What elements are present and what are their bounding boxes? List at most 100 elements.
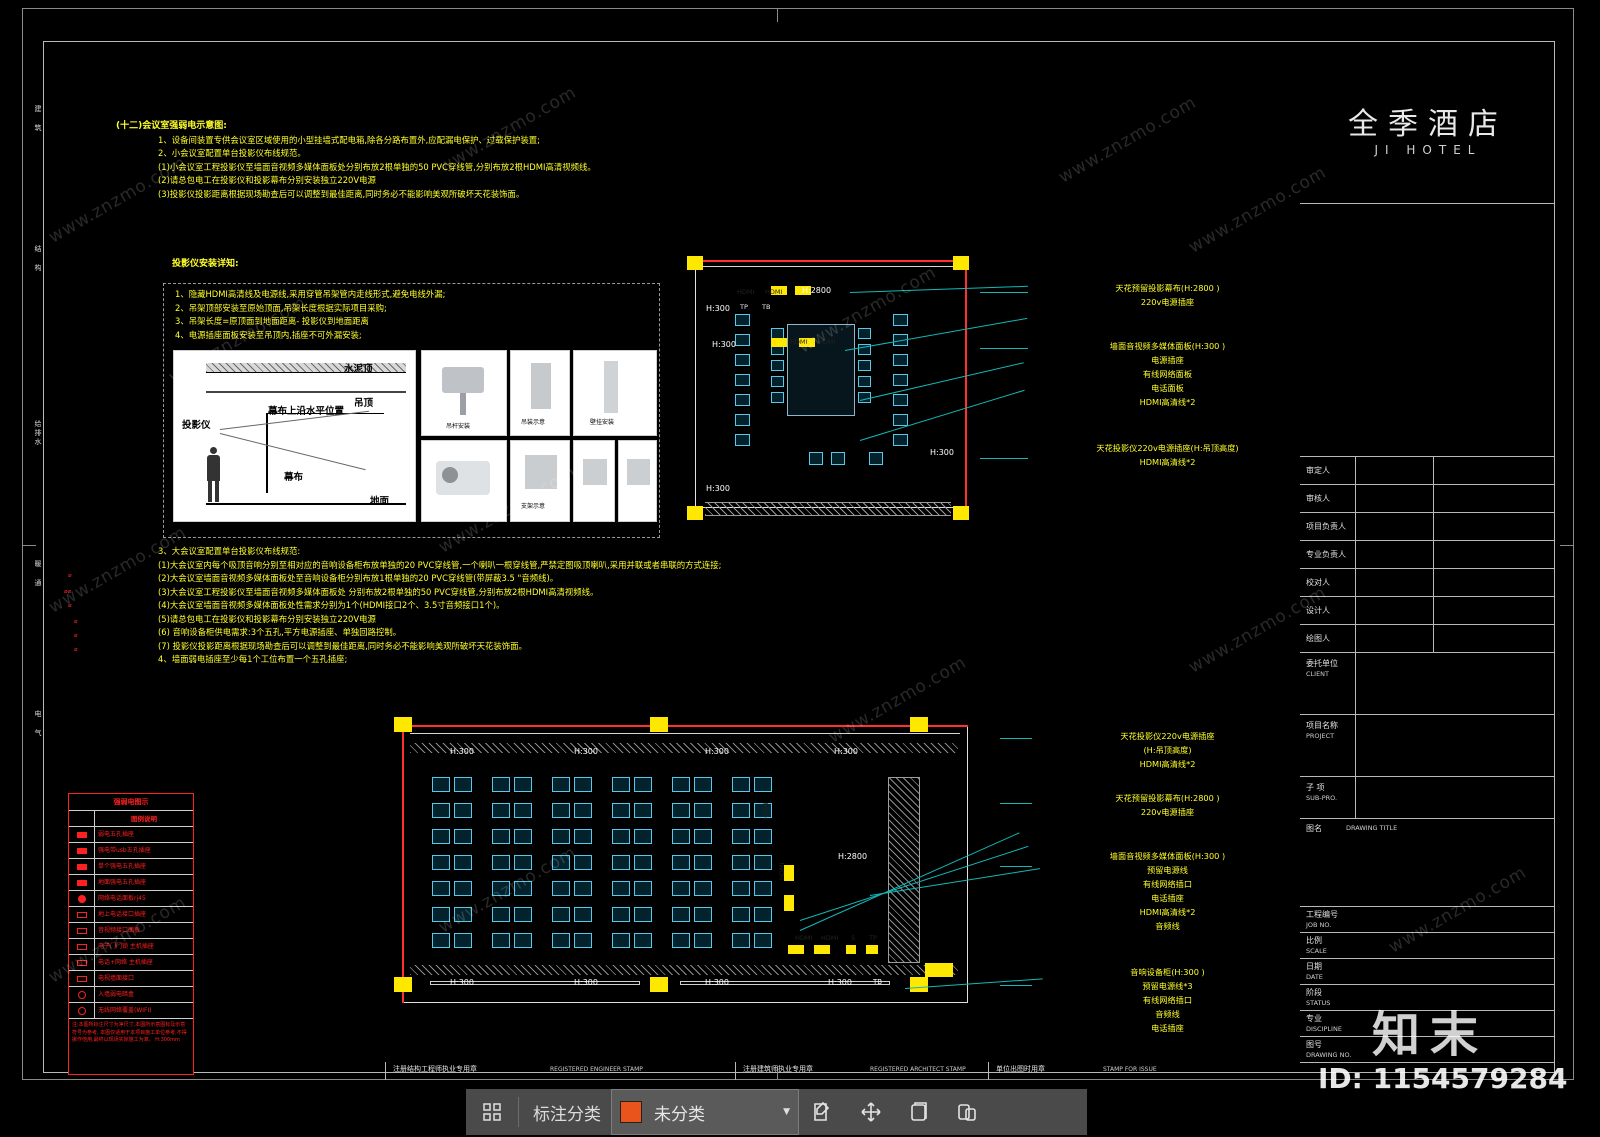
signature-row[interactable]: 专业负责人 [1300, 541, 1555, 569]
signature-date[interactable] [1434, 513, 1555, 540]
legend-symbol-box-open-icon [69, 923, 95, 938]
ground-line [206, 503, 406, 505]
title-block-field-client[interactable]: 委托单位 CLIENT [1300, 653, 1555, 715]
field-value[interactable] [1356, 715, 1555, 776]
callout-line: 天花投影仪220v电源插座(H:吊顶高度) [1096, 443, 1239, 453]
signature-date[interactable] [1434, 625, 1555, 652]
title-block-field-drawingno[interactable]: 图号 DRAWING NO. [1300, 1037, 1555, 1063]
callout-line: 天花预留投影幕布(H:2800 ) [1115, 283, 1220, 293]
title-block-field-subpro[interactable]: 子 项 SUB-PRO. [1300, 777, 1555, 819]
signature-value[interactable] [1356, 597, 1434, 624]
legend-header-desc: 图例说明 [131, 815, 157, 823]
seat [432, 907, 450, 922]
signature-date[interactable] [1434, 569, 1555, 596]
seat [732, 803, 750, 818]
signature-row[interactable]: 校对人 [1300, 569, 1555, 597]
callout-line: (H:吊顶高度) [1143, 745, 1192, 755]
seat [552, 777, 570, 792]
copy-icon[interactable] [895, 1100, 943, 1124]
signature-date[interactable] [1434, 457, 1555, 484]
signature-row[interactable]: 设计人 [1300, 597, 1555, 625]
signature-value[interactable] [1356, 485, 1434, 512]
seat [454, 881, 472, 896]
legend-description: 入墙弱电暗盒 [98, 991, 135, 998]
signature-date[interactable] [1434, 597, 1555, 624]
projector-photo-cell-1: 吊杆安装 [421, 350, 507, 436]
legend-row: 弱电五孔插座 [69, 827, 193, 843]
seat [432, 881, 450, 896]
install-detail-line: 4、电源插座面板安装至吊顶内,插座不可外漏安装; [175, 329, 362, 340]
signature-value[interactable] [1356, 513, 1434, 540]
seat [514, 829, 532, 844]
signature-row[interactable]: 绘图人 [1300, 625, 1555, 653]
title-block-field-project[interactable]: 项目名称 PROJECT [1300, 715, 1555, 777]
callout-line: HDMI高清线*2 [1139, 457, 1196, 467]
height-tag: H:300 [450, 747, 474, 756]
category-color-swatch[interactable] [620, 1101, 642, 1123]
field-value[interactable] [1356, 653, 1555, 714]
signature-value[interactable] [1356, 569, 1434, 596]
sheet-tick-right [1560, 545, 1574, 546]
install-detail-notes: 1、隐藏HDMI高清线及电源线,采用穿管吊架管内走线形式,避免电线外漏; 2、吊… [175, 288, 445, 342]
title-block-field-discipline[interactable]: 专业 DISCIPLINE [1300, 1011, 1555, 1037]
signature-value[interactable] [1356, 625, 1434, 652]
notes2-line: (2)大会议室墙面音视频多媒体面板处至音响设备柜分别布放1根单独的20 PVC穿… [158, 573, 559, 583]
edit-icon[interactable] [799, 1100, 847, 1124]
move-icon[interactable] [847, 1100, 895, 1124]
screen-edge [266, 413, 268, 493]
legend-rows: 弱电五孔插座 强电带usb五孔插座 单个强电五孔插座 地面强电五孔插座 网络电话面板rj… [69, 827, 193, 1019]
signature-label: 专业负责人 [1300, 541, 1356, 568]
wall-hatch-band [705, 502, 951, 516]
seat [694, 933, 712, 948]
signature-date[interactable] [1434, 485, 1555, 512]
seat [574, 803, 592, 818]
legend-header-symbol [69, 811, 95, 826]
device-tag: HDMI [765, 288, 783, 296]
annotation-category-select[interactable]: 未分类 ▼ [611, 1089, 799, 1135]
callout-line: 有线网络插口 [1142, 879, 1193, 889]
legend-symbol-box-fill-icon [69, 827, 95, 842]
device-tag: HDMI [762, 802, 770, 820]
legend-symbol-circ-fill-icon [69, 891, 95, 906]
height-tag: H:300 [706, 484, 730, 493]
signature-row[interactable]: 审定人 [1300, 457, 1555, 485]
seat [694, 855, 712, 870]
device-tag: HDMI [737, 288, 755, 296]
title-block-field-date[interactable]: 日期 DATE [1300, 959, 1555, 985]
annotation-toolbar[interactable]: 标注分类 未分类 ▼ [466, 1089, 1087, 1135]
chevron-down-icon[interactable]: ▼ [783, 1107, 790, 1117]
grid-icon[interactable] [466, 1101, 518, 1123]
field-value[interactable] [1356, 777, 1555, 818]
seat [514, 907, 532, 922]
paste-icon[interactable] [943, 1100, 991, 1124]
seat [732, 777, 750, 792]
signature-row[interactable]: 项目负责人 [1300, 513, 1555, 541]
photo-caption: 支架示意 [521, 503, 546, 510]
legend-row: 入墙弱电暗盒 [69, 987, 193, 1003]
title-block-field-status[interactable]: 阶段 STATUS [1300, 985, 1555, 1011]
legend-row: 无线网络覆盖(WIFI) [69, 1003, 193, 1019]
callout-line: 音频线 [1155, 921, 1180, 931]
seat [574, 881, 592, 896]
corner-pad [394, 977, 412, 992]
seat [492, 855, 510, 870]
callout-line: 电话插座 [1151, 1023, 1184, 1033]
signature-date[interactable] [1434, 541, 1555, 568]
signature-value[interactable] [1356, 457, 1434, 484]
projector-photo-cell-4 [421, 440, 507, 522]
seat [574, 933, 592, 948]
seat [432, 777, 450, 792]
legend-row: 强电带usb五孔插座 [69, 843, 193, 859]
title-block-field-jobno[interactable]: 工程编号 JOB NO. [1300, 907, 1555, 933]
device-tag: TP [869, 934, 877, 942]
drawing-title-cell[interactable]: 图名 DRAWING TITLE [1300, 819, 1555, 907]
device-tag: HDMI [790, 338, 808, 346]
signature-value[interactable] [1356, 541, 1434, 568]
field-label-en: JOB NO. [1306, 921, 1332, 929]
title-block-field-scale[interactable]: 比例 SCALE [1300, 933, 1555, 959]
legend-header-row: 图例说明 [69, 811, 193, 827]
stamp-cn: 注册建筑师执业专用章 [743, 1065, 813, 1073]
signature-row[interactable]: 审核人 [1300, 485, 1555, 513]
seat [672, 881, 690, 896]
field-label-en: STATUS [1306, 999, 1331, 1007]
